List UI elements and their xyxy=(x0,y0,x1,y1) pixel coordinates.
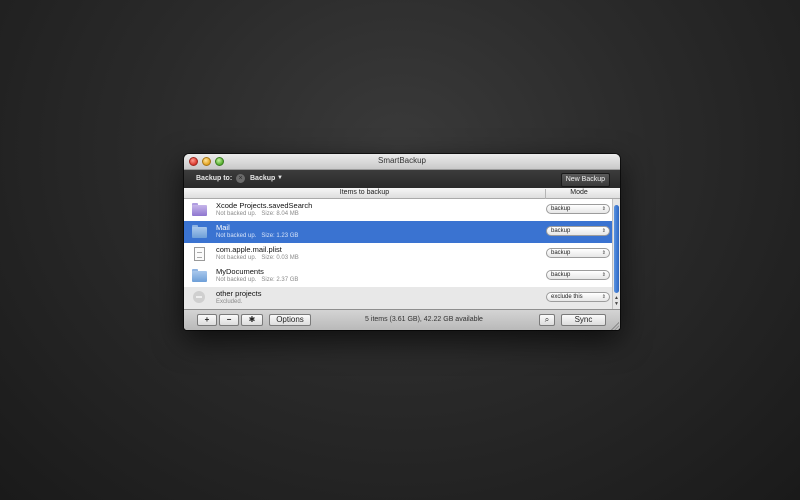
mode-popup[interactable]: backup ⇕ xyxy=(546,270,610,280)
item-details: Not backed up. Size: 2.37 GB xyxy=(216,277,298,283)
new-backup-button[interactable]: New Backup xyxy=(560,173,610,187)
search-icon: ⌕ xyxy=(544,315,550,324)
scrollbar-thumb[interactable] xyxy=(614,205,619,293)
gear-icon: ✱ xyxy=(248,315,256,324)
column-header: Items to backup Mode xyxy=(184,188,620,199)
mode-popup[interactable]: backup ⇕ xyxy=(546,226,610,236)
item-status: Excluded. xyxy=(216,299,243,305)
item-name: MyDocuments xyxy=(216,267,264,276)
add-item-button[interactable]: + xyxy=(197,314,217,326)
title-bar[interactable]: SmartBackup xyxy=(184,154,620,170)
item-status: Not backed up. xyxy=(216,233,257,239)
list-item[interactable]: other projects Excluded. exclude this ⇕ xyxy=(184,287,612,309)
item-details: Not backed up. Size: 1.23 GB xyxy=(216,233,298,239)
mode-value: backup xyxy=(551,272,571,278)
resize-grip-icon[interactable] xyxy=(611,322,619,330)
item-name: Mail xyxy=(216,223,230,232)
excluded-icon xyxy=(192,291,207,304)
gear-menu-button[interactable]: ✱ xyxy=(241,314,263,326)
backup-items-list: Xcode Projects.savedSearch Not backed up… xyxy=(184,199,612,309)
list-item[interactable]: MyDocuments Not backed up. Size: 2.37 GB… xyxy=(184,265,612,287)
item-status: Not backed up. xyxy=(216,255,257,261)
mode-value: backup xyxy=(551,206,571,212)
mode-value: backup xyxy=(551,250,571,256)
smartbackup-window: SmartBackup Backup to: × Backup ▼ New Ba… xyxy=(184,154,620,330)
item-name: Xcode Projects.savedSearch xyxy=(216,201,313,210)
item-name: com.apple.mail.plist xyxy=(216,245,282,254)
item-status: Not backed up. xyxy=(216,211,257,217)
smart-folder-icon xyxy=(192,203,207,216)
bottom-bar: + − ✱ Options 5 items (3.61 GB), 42.22 G… xyxy=(184,309,620,330)
folder-icon xyxy=(192,269,207,282)
remove-item-button[interactable]: − xyxy=(219,314,239,326)
chevron-down-icon[interactable]: ▼ xyxy=(277,175,283,181)
mode-popup[interactable]: exclude this ⇕ xyxy=(546,292,610,302)
search-button[interactable]: ⌕ xyxy=(539,314,555,326)
backup-target-popup[interactable]: Backup xyxy=(250,175,275,182)
status-text: 5 items (3.61 GB), 42.22 GB available xyxy=(365,316,483,323)
list-item[interactable]: Mail Not backed up. Size: 1.23 GB backup… xyxy=(184,221,612,243)
item-name: other projects xyxy=(216,289,262,298)
item-details: Not backed up. Size: 8.04 MB xyxy=(216,211,299,217)
sync-button[interactable]: Sync xyxy=(561,314,606,326)
item-size: Size: 1.23 GB xyxy=(261,233,299,239)
backup-to-label: Backup to: xyxy=(196,175,233,182)
options-button[interactable]: Options xyxy=(269,314,311,326)
mode-value: backup xyxy=(551,228,571,234)
item-size: Size: 0.03 MB xyxy=(261,255,299,261)
scroll-down-arrow-icon[interactable]: ▼ xyxy=(613,301,620,307)
updown-arrows-icon: ⇕ xyxy=(601,272,606,278)
updown-arrows-icon: ⇕ xyxy=(601,250,606,256)
updown-arrows-icon: ⇕ xyxy=(601,228,606,234)
mode-popup[interactable]: backup ⇕ xyxy=(546,248,610,258)
list-item[interactable]: com.apple.mail.plist Not backed up. Size… xyxy=(184,243,612,265)
list-item[interactable]: Xcode Projects.savedSearch Not backed up… xyxy=(184,199,612,221)
window-title: SmartBackup xyxy=(377,156,427,165)
mode-popup[interactable]: backup ⇕ xyxy=(546,204,610,214)
updown-arrows-icon: ⇕ xyxy=(601,294,606,300)
item-details: Not backed up. Size: 0.03 MB xyxy=(216,255,299,261)
toolbar: Backup to: × Backup ▼ New Backup xyxy=(184,170,620,188)
x-circle-icon[interactable]: × xyxy=(236,174,245,183)
mode-value: exclude this xyxy=(551,294,583,300)
item-status: Not backed up. xyxy=(216,277,257,283)
column-header-items[interactable]: Items to backup xyxy=(184,189,546,199)
item-size: Size: 2.37 GB xyxy=(261,277,299,283)
column-header-mode[interactable]: Mode xyxy=(546,189,612,196)
item-size: Size: 8.04 MB xyxy=(261,211,299,217)
folder-icon xyxy=(192,225,207,238)
updown-arrows-icon: ⇕ xyxy=(601,206,606,212)
document-icon xyxy=(192,247,207,261)
vertical-scrollbar[interactable]: ▲ ▼ xyxy=(612,199,620,309)
